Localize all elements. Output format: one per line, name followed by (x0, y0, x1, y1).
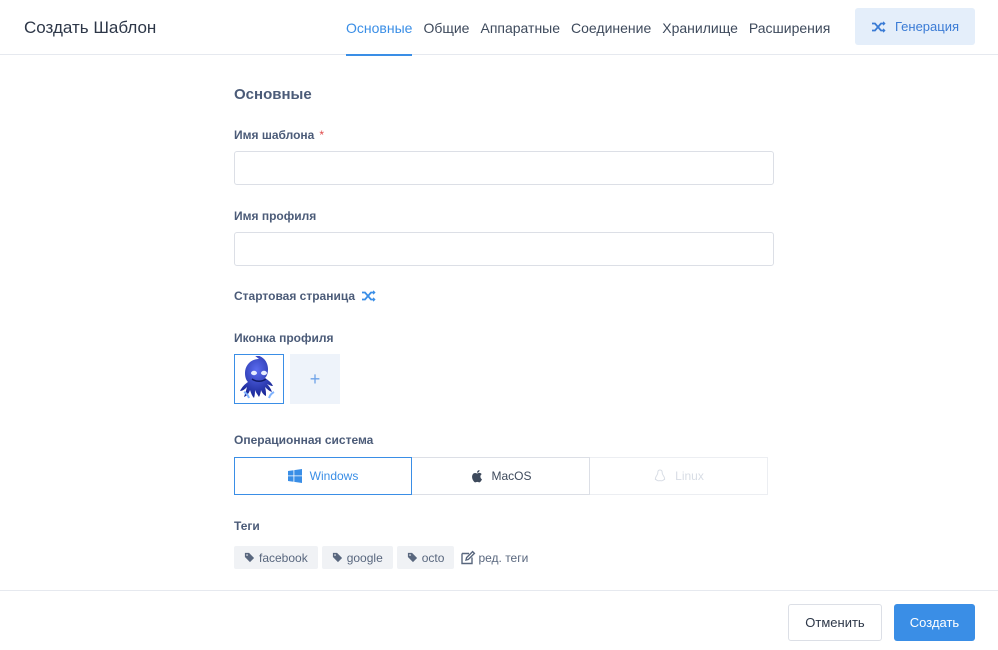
template-name-label-text: Имя шаблона (234, 128, 315, 142)
section-title: Основные (234, 86, 312, 103)
generate-label: Генерация (894, 19, 960, 34)
os-selector: Windows MacOS Linux (234, 457, 769, 495)
edit-tags-link[interactable]: ред. теги (460, 550, 528, 566)
header: Создать Шаблон Основные Общие Аппаратные… (0, 0, 998, 56)
tags-label: Теги (234, 519, 260, 533)
create-button[interactable]: Создать (894, 604, 975, 641)
cancel-button[interactable]: Отменить (788, 604, 882, 641)
tag-icon (244, 552, 255, 563)
profile-avatar[interactable] (234, 354, 284, 404)
profile-name-label: Имя профиля (234, 209, 316, 223)
generate-button[interactable]: Генерация (855, 8, 975, 45)
windows-icon (287, 469, 302, 483)
required-mark: * (319, 128, 325, 142)
tab-hardware[interactable]: Аппаратные (480, 0, 560, 55)
os-label: Операционная система (234, 433, 373, 447)
apple-icon (472, 470, 483, 483)
os-option-macos[interactable]: MacOS (412, 457, 590, 495)
tab-extensions[interactable]: Расширения (749, 0, 830, 55)
tab-basic[interactable]: Основные (346, 0, 413, 56)
tag-label: octo (421, 550, 445, 565)
os-option-label: MacOS (491, 469, 532, 483)
tags-list: facebook google octo ред. теги (234, 546, 528, 569)
profile-icon-label-text: Иконка профиля (234, 331, 334, 345)
octopus-avatar-icon (240, 356, 275, 399)
start-page-label-text: Стартовая страница (234, 289, 356, 303)
tag-icon (407, 552, 417, 563)
profile-name-label-text: Имя профиля (234, 209, 317, 223)
linux-icon (655, 469, 666, 482)
tabs: Основные Общие Аппаратные Соединение Хра… (346, 0, 830, 56)
edit-icon (461, 550, 476, 564)
profile-icon-label: Иконка профиля (234, 331, 333, 345)
tag-label: facebook (259, 550, 308, 565)
tag-icon (332, 552, 342, 563)
template-name-input[interactable] (234, 151, 774, 185)
shuffle-icon[interactable] (360, 289, 378, 303)
profile-name-input[interactable] (234, 232, 774, 266)
tags-label-text: Теги (234, 519, 260, 533)
tag-google[interactable]: google (321, 546, 393, 569)
os-option-label: Linux (675, 469, 704, 483)
template-name-label: Имя шаблона * (234, 128, 324, 142)
tag-label: google (346, 550, 383, 565)
os-option-windows[interactable]: Windows (234, 457, 412, 495)
add-avatar-button[interactable]: + (290, 354, 340, 404)
tag-octo[interactable]: octo (396, 546, 455, 569)
edit-tags-label: ред. теги (478, 550, 529, 565)
page-title: Создать Шаблон (24, 18, 157, 37)
os-label-text: Операционная система (234, 433, 374, 447)
shuffle-icon (871, 20, 886, 33)
tab-general[interactable]: Общие (423, 0, 469, 55)
tag-facebook[interactable]: facebook (234, 546, 318, 569)
os-option-linux: Linux (590, 457, 768, 495)
tab-connection[interactable]: Соединение (571, 0, 651, 55)
start-page-label: Стартовая страница (234, 289, 378, 303)
footer: Отменить Создать (0, 590, 998, 650)
tab-storage[interactable]: Хранилище (662, 0, 738, 55)
os-option-label: Windows (309, 469, 359, 483)
